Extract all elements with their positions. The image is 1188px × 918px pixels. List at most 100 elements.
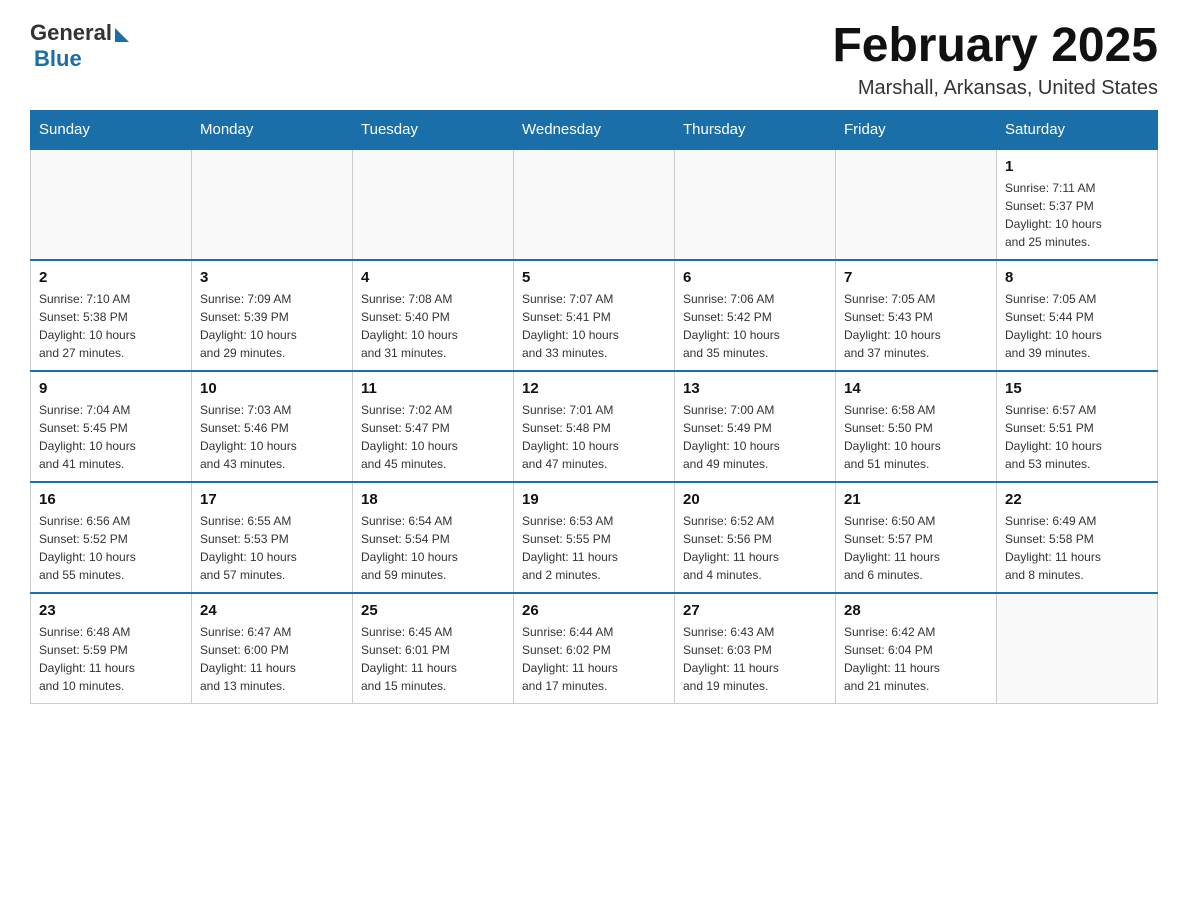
day-info: Sunrise: 7:07 AM Sunset: 5:41 PM Dayligh… [522,290,666,362]
day-info: Sunrise: 6:56 AM Sunset: 5:52 PM Dayligh… [39,512,183,584]
day-info: Sunrise: 6:42 AM Sunset: 6:04 PM Dayligh… [844,623,988,695]
day-number: 19 [522,491,666,508]
col-friday: Friday [836,110,997,149]
location-title: Marshall, Arkansas, United States [832,77,1158,100]
day-number: 5 [522,269,666,286]
table-row: 13 Sunrise: 7:00 AM Sunset: 5:49 PM Dayli… [675,371,836,482]
day-info: Sunrise: 6:43 AM Sunset: 6:03 PM Dayligh… [683,623,827,695]
table-row: 15Sunrise: 6:57 AM Sunset: 5:51 PM Dayli… [997,371,1158,482]
table-row: 22 Sunrise: 6:49 AM Sunset: 5:58 PM Dayli… [997,482,1158,593]
day-number: 10 [200,380,344,397]
day-info: Sunrise: 6:44 AM Sunset: 6:02 PM Dayligh… [522,623,666,695]
col-monday: Monday [192,110,353,149]
table-row [997,593,1158,704]
day-number: 9 [39,380,183,397]
table-row [675,149,836,260]
table-row: 26 Sunrise: 6:44 AM Sunset: 6:02 PM Dayli… [514,593,675,704]
table-row: 7 Sunrise: 7:05 AM Sunset: 5:43 PM Daylig… [836,260,997,371]
col-tuesday: Tuesday [353,110,514,149]
day-number: 22 [1005,491,1149,508]
table-row: 24 Sunrise: 6:47 AM Sunset: 6:00 PM Dayli… [192,593,353,704]
day-info: Sunrise: 6:49 AM Sunset: 5:58 PM Dayligh… [1005,512,1149,584]
table-row: 20 Sunrise: 6:52 AM Sunset: 5:56 PM Dayli… [675,482,836,593]
month-title: February 2025 [832,20,1158,73]
logo: General Blue [30,20,129,72]
day-info: Sunrise: 7:10 AM Sunset: 5:38 PM Dayligh… [39,290,183,362]
day-number: 8 [1005,269,1149,286]
day-number: 26 [522,602,666,619]
day-info: Sunrise: 6:50 AM Sunset: 5:57 PM Dayligh… [844,512,988,584]
calendar-table: Sunday Monday Tuesday Wednesday Thursday… [30,110,1158,704]
day-number: 11 [361,380,505,397]
table-row: 9Sunrise: 7:04 AM Sunset: 5:45 PM Daylig… [31,371,192,482]
table-row: 4 Sunrise: 7:08 AM Sunset: 5:40 PM Daylig… [353,260,514,371]
table-row [353,149,514,260]
calendar-week-row: 9Sunrise: 7:04 AM Sunset: 5:45 PM Daylig… [31,371,1158,482]
day-number: 21 [844,491,988,508]
table-row: 23Sunrise: 6:48 AM Sunset: 5:59 PM Dayli… [31,593,192,704]
day-info: Sunrise: 6:47 AM Sunset: 6:00 PM Dayligh… [200,623,344,695]
day-number: 3 [200,269,344,286]
table-row: 14 Sunrise: 6:58 AM Sunset: 5:50 PM Dayli… [836,371,997,482]
day-info: Sunrise: 7:01 AM Sunset: 5:48 PM Dayligh… [522,401,666,473]
table-row [836,149,997,260]
calendar-header-row: Sunday Monday Tuesday Wednesday Thursday… [31,110,1158,149]
day-info: Sunrise: 7:03 AM Sunset: 5:46 PM Dayligh… [200,401,344,473]
day-number: 6 [683,269,827,286]
logo-blue-text: Blue [34,46,82,72]
day-info: Sunrise: 7:05 AM Sunset: 5:43 PM Dayligh… [844,290,988,362]
day-number: 24 [200,602,344,619]
day-number: 2 [39,269,183,286]
table-row: 18 Sunrise: 6:54 AM Sunset: 5:54 PM Dayli… [353,482,514,593]
day-info: Sunrise: 7:00 AM Sunset: 5:49 PM Dayligh… [683,401,827,473]
col-wednesday: Wednesday [514,110,675,149]
table-row: 8 Sunrise: 7:05 AM Sunset: 5:44 PM Daylig… [997,260,1158,371]
table-row: 17 Sunrise: 6:55 AM Sunset: 5:53 PM Dayli… [192,482,353,593]
title-section: February 2025 Marshall, Arkansas, United… [832,20,1158,100]
page-header: General Blue February 2025 Marshall, Ark… [30,20,1158,100]
table-row: 12 Sunrise: 7:01 AM Sunset: 5:48 PM Dayli… [514,371,675,482]
day-number: 27 [683,602,827,619]
table-row: 19Sunrise: 6:53 AM Sunset: 5:55 PM Dayli… [514,482,675,593]
day-number: 23 [39,602,183,619]
table-row: 21 Sunrise: 6:50 AM Sunset: 5:57 PM Dayli… [836,482,997,593]
calendar-week-row: 23Sunrise: 6:48 AM Sunset: 5:59 PM Dayli… [31,593,1158,704]
logo-arrow-icon [115,28,129,42]
day-info: Sunrise: 6:55 AM Sunset: 5:53 PM Dayligh… [200,512,344,584]
table-row: 3 Sunrise: 7:09 AM Sunset: 5:39 PM Daylig… [192,260,353,371]
day-info: Sunrise: 6:57 AM Sunset: 5:51 PM Dayligh… [1005,401,1149,473]
day-info: Sunrise: 6:54 AM Sunset: 5:54 PM Dayligh… [361,512,505,584]
day-number: 12 [522,380,666,397]
table-row: 2 Sunrise: 7:10 AM Sunset: 5:38 PM Daylig… [31,260,192,371]
day-number: 4 [361,269,505,286]
day-info: Sunrise: 7:05 AM Sunset: 5:44 PM Dayligh… [1005,290,1149,362]
day-number: 18 [361,491,505,508]
day-number: 28 [844,602,988,619]
table-row [192,149,353,260]
calendar-week-row: 16 Sunrise: 6:56 AM Sunset: 5:52 PM Dayli… [31,482,1158,593]
day-info: Sunrise: 6:52 AM Sunset: 5:56 PM Dayligh… [683,512,827,584]
table-row: 11 Sunrise: 7:02 AM Sunset: 5:47 PM Dayli… [353,371,514,482]
col-thursday: Thursday [675,110,836,149]
day-number: 25 [361,602,505,619]
table-row [514,149,675,260]
table-row: 16 Sunrise: 6:56 AM Sunset: 5:52 PM Dayli… [31,482,192,593]
day-number: 14 [844,380,988,397]
calendar-week-row: 2 Sunrise: 7:10 AM Sunset: 5:38 PM Daylig… [31,260,1158,371]
table-row: 5 Sunrise: 7:07 AM Sunset: 5:41 PM Daylig… [514,260,675,371]
day-number: 7 [844,269,988,286]
day-info: Sunrise: 7:06 AM Sunset: 5:42 PM Dayligh… [683,290,827,362]
table-row: 10 Sunrise: 7:03 AM Sunset: 5:46 PM Dayli… [192,371,353,482]
day-number: 20 [683,491,827,508]
day-info: Sunrise: 7:09 AM Sunset: 5:39 PM Dayligh… [200,290,344,362]
day-number: 17 [200,491,344,508]
day-number: 16 [39,491,183,508]
day-info: Sunrise: 7:02 AM Sunset: 5:47 PM Dayligh… [361,401,505,473]
day-info: Sunrise: 6:58 AM Sunset: 5:50 PM Dayligh… [844,401,988,473]
table-row [31,149,192,260]
day-info: Sunrise: 7:08 AM Sunset: 5:40 PM Dayligh… [361,290,505,362]
day-number: 13 [683,380,827,397]
col-sunday: Sunday [31,110,192,149]
day-info: Sunrise: 6:45 AM Sunset: 6:01 PM Dayligh… [361,623,505,695]
table-row: 1Sunrise: 7:11 AM Sunset: 5:37 PM Daylig… [997,149,1158,260]
